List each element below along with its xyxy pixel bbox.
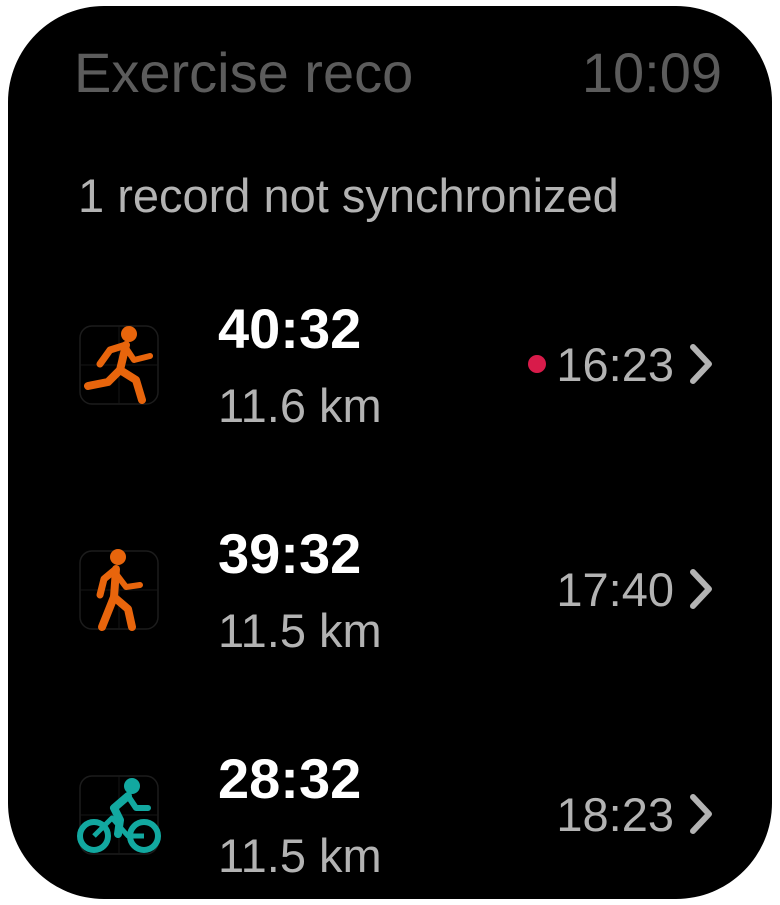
exercise-record-item[interactable]: 39:32 11.5 km 17:40 xyxy=(8,521,772,671)
record-distance: 11.5 km xyxy=(218,604,382,657)
chevron-right-icon xyxy=(690,794,712,834)
record-meta: 18:23 xyxy=(556,784,716,844)
record-time: 16:23 xyxy=(556,337,674,391)
record-distance: 11.5 km xyxy=(218,829,382,882)
cycling-icon xyxy=(77,775,161,855)
record-duration: 28:32 xyxy=(218,747,362,810)
record-duration: 39:32 xyxy=(218,522,362,585)
watch-screen: Exercise reco 10:09 1 record not synchro… xyxy=(8,6,772,899)
record-distance: 11.6 km xyxy=(218,379,382,432)
record-meta: 17:40 xyxy=(556,559,716,619)
walking-icon xyxy=(79,549,159,631)
chevron-right-icon xyxy=(690,569,712,609)
record-duration: 40:32 xyxy=(218,297,362,360)
exercise-record-item[interactable]: 28:32 11.5 km 18:23 xyxy=(8,746,772,896)
exercise-record-item[interactable]: 40:32 11.6 km 16:23 xyxy=(8,296,772,446)
record-meta: 16:23 xyxy=(528,334,716,394)
header: Exercise reco 10:09 xyxy=(74,40,722,120)
page-title: Exercise reco xyxy=(74,41,414,104)
unsynced-indicator xyxy=(528,355,547,373)
sync-status-notice: 1 record not synchronized xyxy=(78,169,619,222)
clock-time: 10:09 xyxy=(581,41,722,104)
record-time: 18:23 xyxy=(556,787,674,841)
chevron-right-icon xyxy=(690,344,712,384)
record-time: 17:40 xyxy=(556,562,674,616)
running-icon xyxy=(79,325,159,405)
